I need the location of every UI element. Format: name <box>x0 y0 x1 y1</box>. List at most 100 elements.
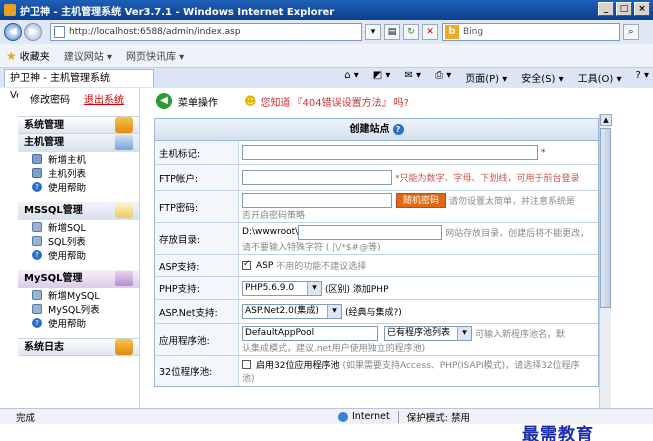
app-pool-input[interactable]: DefaultAppPool <box>242 325 378 341</box>
favorites-item-suggested[interactable]: 建议网站 ▾ <box>64 48 112 63</box>
close-button[interactable]: × <box>634 2 650 16</box>
change-password-link[interactable]: 修改密码 <box>30 91 70 106</box>
sidebar-item-add-sql[interactable]: 新增SQL <box>18 220 139 234</box>
log-header[interactable]: 系统日志 <box>18 338 139 356</box>
tab-current[interactable]: 护卫神 - 主机管理系统 Ver3.7.1 <box>4 69 154 101</box>
forward-button[interactable]: ▶ <box>24 23 42 41</box>
tip-prefix: 您知道 <box>260 97 291 109</box>
asp-label: ASP支持: <box>155 255 239 276</box>
required-mark: * <box>541 147 546 158</box>
command-bar: ⌂ ▾ ◩ ▾ ✉ ▾ ⎙ ▾ 页面(P) ▾ 安全(S) ▾ 工具(O) ▾ … <box>344 70 649 85</box>
operation-row: ◀ 菜单操作 ☻ 您知道 『404错误设置方法』 吗? <box>152 88 599 114</box>
globe-icon <box>338 411 348 422</box>
help-icon[interactable]: ? <box>392 123 404 135</box>
search-input[interactable]: b Bing <box>442 23 620 41</box>
aspnet-select[interactable]: ASP.Net2.0(集成) <box>242 304 342 319</box>
pool32-label: 32位程序池: <box>155 356 239 386</box>
row-ftp-password: FTP密码: 随机密码 请勿设置太简单，并注意系统是 否开启密码策略 <box>155 191 598 223</box>
php-select[interactable]: PHP5.6.9.0 <box>242 280 322 296</box>
window-controls: _ □ × <box>598 2 650 16</box>
scroll-up-icon[interactable]: ▲ <box>600 114 612 126</box>
row-ftp-account: FTP帐户: *只能为数字、字母、下划线，可用于前台登录 <box>155 165 598 191</box>
directory-label: 存放目录: <box>155 223 239 254</box>
back-arrow-icon[interactable]: ◀ <box>156 93 172 109</box>
directory-prefix: D:\wwwroot\ <box>242 227 299 237</box>
favorites-button[interactable]: 收藏夹 <box>20 48 50 63</box>
ftp-account-label: FTP帐户: <box>155 165 239 190</box>
stop-icon[interactable]: ✕ <box>422 24 438 40</box>
window-titlebar: 护卫神 - 主机管理系统 Ver3.7.1 - Windows Internet… <box>0 0 653 20</box>
grid-icon <box>32 154 42 164</box>
refresh-icon[interactable]: ↻ <box>403 24 419 40</box>
php-hint[interactable]: (区别) 添加PHP <box>325 282 389 295</box>
database-icon <box>32 304 42 314</box>
mail-icon[interactable]: ✉ ▾ <box>404 70 421 85</box>
row-app-pool: 应用程序池: DefaultAppPool 已有程序池列表 可输入新程序池名，默… <box>155 324 598 356</box>
smile-icon: ☻ <box>244 94 257 108</box>
row-directory: 存放目录: D:\wwwroot\ 网站存放目录，创建后将不能更改， 请不要输入… <box>155 223 598 255</box>
minimize-button[interactable]: _ <box>598 2 614 16</box>
sidebar-item-sql-help[interactable]: ? 使用帮助 <box>18 248 139 262</box>
mysql-section-header[interactable]: MySQL管理 <box>18 270 139 288</box>
home-icon[interactable]: ⌂ ▾ <box>344 70 359 85</box>
back-button[interactable]: ◀ <box>4 23 22 41</box>
status-zone: Internet 保护模式: 禁用 <box>338 410 470 424</box>
zone-label: Internet <box>352 411 390 422</box>
tools-menu[interactable]: 工具(O) ▾ <box>578 70 622 85</box>
mssql-section-header[interactable]: MSSQL管理 <box>18 202 139 220</box>
print-icon[interactable]: ⎙ ▾ <box>435 70 451 85</box>
sidebar-item-mysql-list[interactable]: MySQL列表 <box>18 302 139 316</box>
maximize-button[interactable]: □ <box>616 2 632 16</box>
host-input[interactable] <box>242 145 538 160</box>
menu-operation-label[interactable]: 菜单操作 <box>178 94 218 109</box>
page-menu[interactable]: 页面(P) ▾ <box>465 70 507 85</box>
logout-link[interactable]: 退出系统 <box>84 91 124 106</box>
address-dropdown-icon[interactable]: ▾ <box>365 24 381 40</box>
address-url: http://localhost:6588/admin/index.asp <box>69 27 241 37</box>
scroll-thumb[interactable] <box>600 128 611 308</box>
host-section-header[interactable]: 主机管理 <box>18 134 139 152</box>
main-content: ◀ 菜单操作 ☻ 您知道 『404错误设置方法』 吗? 创建站点? 主机标记: … <box>152 88 599 408</box>
pool32-hint-2: 池) <box>242 374 255 384</box>
page-icon <box>54 26 65 38</box>
safety-menu[interactable]: 安全(S) ▾ <box>521 70 563 85</box>
favorites-item-webslice[interactable]: 网页快讯库 ▾ <box>126 48 184 63</box>
ftp-password-input[interactable] <box>242 192 392 208</box>
sidebar-item-sql-list[interactable]: SQL列表 <box>18 234 139 248</box>
feeds-icon[interactable]: ◩ ▾ <box>373 70 391 85</box>
gear-icon <box>115 117 133 133</box>
address-bar[interactable]: http://localhost:6588/admin/index.asp <box>50 23 362 41</box>
directory-input[interactable] <box>298 224 443 240</box>
search-icon[interactable]: ⌕ <box>623 24 639 40</box>
asp-checkbox[interactable] <box>242 259 251 270</box>
asp-hint: 不用的功能不建议选择 <box>276 262 367 272</box>
form-title: 创建站点? <box>155 119 598 141</box>
sidebar-item-add-host[interactable]: 新增主机 <box>18 152 139 166</box>
sidebar-item-mysql-help[interactable]: ? 使用帮助 <box>18 316 139 330</box>
ftp-account-input[interactable] <box>242 170 392 185</box>
app-pool-select[interactable]: 已有程序池列表 <box>384 325 472 341</box>
directory-hint-2: 请不要输入特殊字符 ( |\/*$#@等) <box>242 242 381 253</box>
ftp-password-label: FTP密码: <box>155 191 239 222</box>
system-header[interactable]: 系统管理 <box>18 116 139 134</box>
random-password-button[interactable]: 随机密码 <box>396 192 447 208</box>
host-label: 主机标记: <box>155 141 239 164</box>
pool32-hint: (如果需要支持Access、PHP(ISAPI模式)，请选择32位程序 <box>342 361 580 371</box>
ftp-password-hint-2: 否开启密码策略 <box>242 210 306 221</box>
aspnet-hint[interactable]: (经典与集成?) <box>345 305 402 318</box>
favorites-bar: ★ 收藏夹 建议网站 ▾ 网页快讯库 ▾ <box>0 44 653 68</box>
vertical-scrollbar[interactable]: ▲ <box>599 114 612 408</box>
sidebar-item-host-list[interactable]: 主机列表 <box>18 166 139 180</box>
sidebar-item-add-mysql[interactable]: 新增MySQL <box>18 288 139 302</box>
ftp-account-hint: *只能为数字、字母、下划线，可用于前台登录 <box>395 174 580 184</box>
bing-icon: b <box>445 25 459 39</box>
row-host: 主机标记: * <box>155 141 598 165</box>
help-icon[interactable]: ? ▾ <box>635 70 649 85</box>
help-icon: ? <box>32 318 42 328</box>
row-32bit-pool: 32位程序池: 启用32位应用程序池 (如果需要支持Access、PHP(ISA… <box>155 356 598 386</box>
tip-link[interactable]: 『404错误设置方法』 <box>293 94 392 109</box>
protected-mode-label: 保护模式: 禁用 <box>406 412 470 424</box>
sidebar-item-host-help[interactable]: ? 使用帮助 <box>18 180 139 194</box>
pool32-checkbox[interactable] <box>242 360 251 369</box>
compat-view-icon[interactable]: ▤ <box>384 24 400 40</box>
